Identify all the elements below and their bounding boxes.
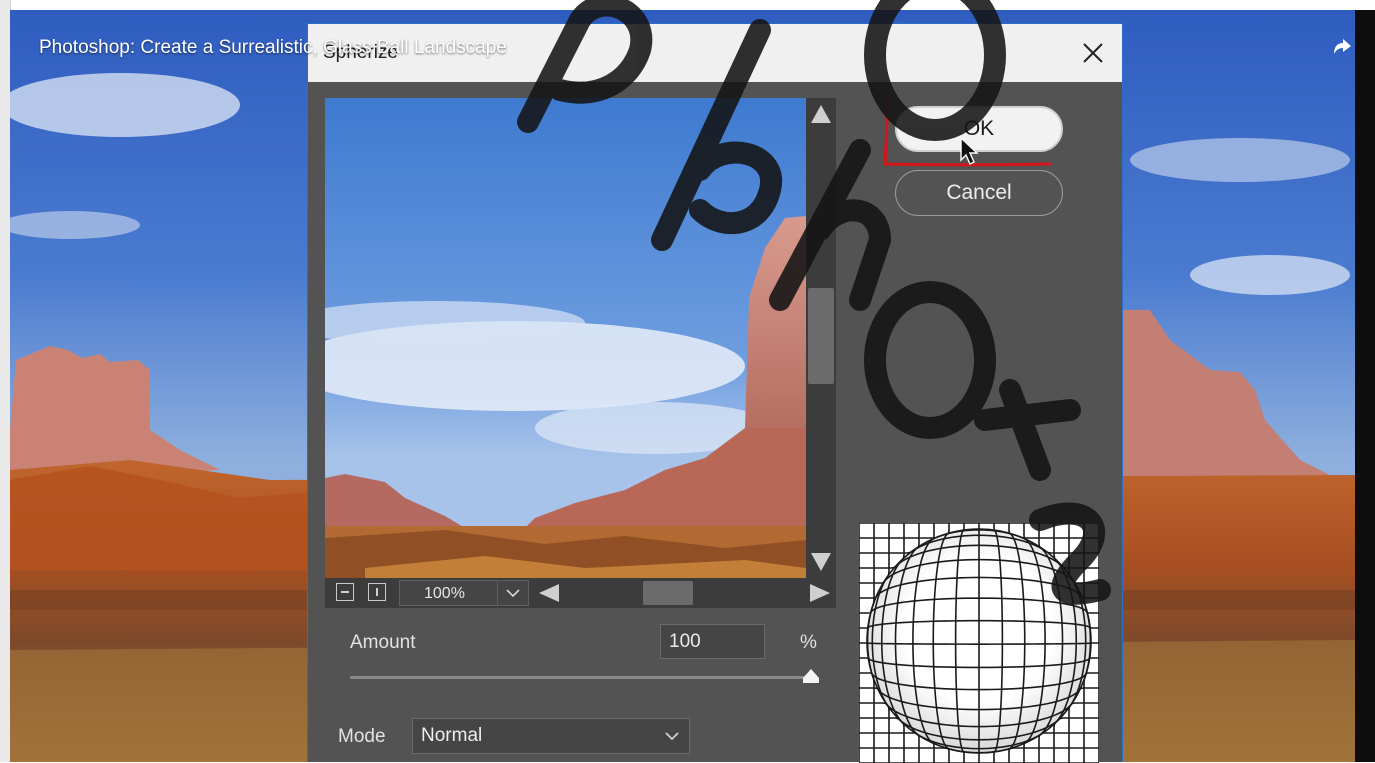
scroll-right-button[interactable] <box>808 582 832 604</box>
scroll-left-button[interactable] <box>537 582 561 604</box>
spherize-grid-graphic <box>859 523 1099 763</box>
horizontal-scroll-thumb[interactable] <box>643 581 693 605</box>
close-button[interactable] <box>1064 24 1122 82</box>
amount-slider-thumb[interactable] <box>802 668 820 684</box>
zoom-in-icon <box>376 588 378 596</box>
share-arrow-icon[interactable] <box>1333 36 1353 60</box>
triangle-left-icon <box>539 584 559 602</box>
zoom-level-field[interactable]: 100% <box>399 580 529 606</box>
triangle-down-icon <box>811 553 831 571</box>
zoom-out-icon <box>341 591 349 593</box>
zoom-in-button[interactable] <box>368 583 386 601</box>
amount-slider-track[interactable] <box>350 676 818 679</box>
scroll-down-button[interactable] <box>809 550 833 574</box>
right-window-edge <box>1355 10 1375 762</box>
triangle-up-icon <box>811 105 831 123</box>
mode-label: Mode <box>338 726 386 747</box>
vertical-scrollbar[interactable] <box>806 98 836 578</box>
zoom-out-button[interactable] <box>336 583 354 601</box>
scroll-up-button[interactable] <box>809 102 833 126</box>
spherize-grid-preview <box>859 523 1099 763</box>
preview-image <box>325 98 806 578</box>
amount-input[interactable]: 100 <box>660 624 765 659</box>
spherize-dialog: Spherize 100% OK Cancel Amount 100 % Mod… <box>307 23 1123 763</box>
mouse-pointer-icon <box>960 136 979 165</box>
vertical-scroll-thumb[interactable] <box>808 288 834 384</box>
zoom-dropdown-button[interactable] <box>497 581 528 605</box>
mode-select[interactable]: Normal <box>412 718 690 754</box>
zoom-bar: 100% <box>325 578 836 608</box>
triangle-right-icon <box>810 584 830 602</box>
video-title: Photoshop: Create a Surrealistic, Glass … <box>39 37 507 58</box>
chevron-down-icon <box>665 732 679 741</box>
cancel-button[interactable]: Cancel <box>895 170 1063 216</box>
close-icon <box>1083 43 1103 63</box>
filter-preview[interactable] <box>325 98 806 578</box>
amount-unit-label: % <box>800 632 817 653</box>
amount-label: Amount <box>350 632 416 653</box>
mode-select-value: Normal <box>421 725 483 746</box>
zoom-level-value: 100% <box>424 585 465 602</box>
page-top-border <box>0 0 1375 10</box>
chevron-down-icon <box>506 589 520 598</box>
